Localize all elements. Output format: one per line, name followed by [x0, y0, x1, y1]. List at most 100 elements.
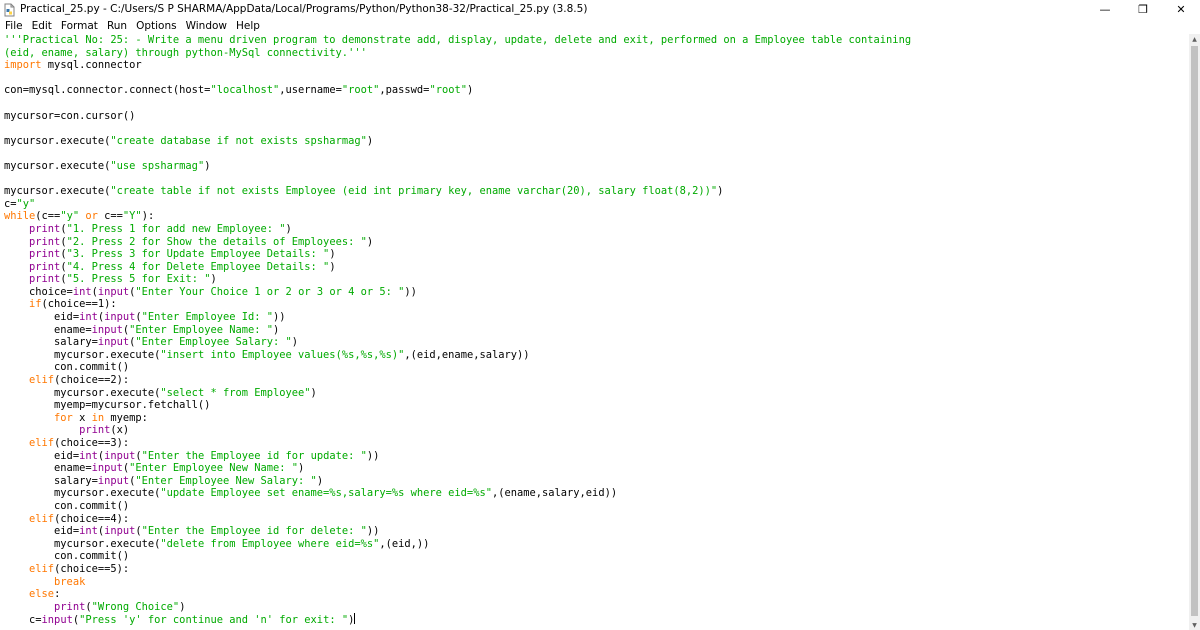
code-line[interactable]: elif(choice==4):: [4, 513, 129, 525]
code-token: ): [298, 462, 305, 475]
code-line[interactable]: myemp=mycursor.fetchall(): [4, 399, 210, 411]
code-token: ename=: [4, 323, 92, 336]
code-token: print: [29, 273, 61, 286]
code-line[interactable]: mycursor.execute("select * from Employee…: [4, 387, 317, 399]
code-token: choice=: [4, 285, 73, 298]
code-token: "localhost": [210, 84, 280, 97]
code-line[interactable]: print("4. Press 4 for Delete Employee De…: [4, 261, 336, 273]
code-line[interactable]: '''Practical No: 25: - Write a menu driv…: [4, 34, 911, 46]
code-line[interactable]: con.commit(): [4, 550, 129, 562]
code-line[interactable]: print(x): [4, 424, 129, 436]
code-token: "Enter Your Choice 1 or 2 or 3 or 4 or 5…: [135, 285, 405, 298]
code-token: eid=: [4, 449, 80, 462]
close-button[interactable]: ✕: [1162, 0, 1200, 18]
vertical-scrollbar[interactable]: ▲ ▼: [1189, 34, 1200, 630]
menu-format[interactable]: Format: [56, 20, 102, 32]
menu-window[interactable]: Window: [181, 20, 231, 32]
code-token: input: [97, 336, 130, 349]
code-line[interactable]: con.commit(): [4, 500, 129, 512]
code-token: mycursor.execute(: [4, 185, 111, 198]
code-token: ): [273, 323, 280, 336]
menu-file[interactable]: File: [0, 20, 27, 32]
code-token: "delete from Employee where eid=%s": [160, 537, 380, 550]
code-line[interactable]: salary=input("Enter Employee Salary: "): [4, 336, 298, 348]
code-line[interactable]: mycursor=con.cursor(): [4, 110, 135, 122]
code-line[interactable]: eid=int(input("Enter Employee Id: ")): [4, 311, 286, 323]
code-line[interactable]: c=input("Press 'y' for continue and 'n' …: [4, 613, 356, 626]
code-token: con.commit(): [4, 499, 130, 512]
code-line[interactable]: mycursor.execute("use spsharmag"): [4, 160, 210, 172]
code-token: "Enter Employee Name: ": [129, 323, 274, 336]
code-line[interactable]: (eid, ename, salary) through python-MySq…: [4, 47, 367, 59]
code-token: ,(eid,)): [379, 537, 430, 550]
code-line[interactable]: mycursor.execute("create database if not…: [4, 135, 373, 147]
code-token: if: [29, 298, 42, 311]
code-token: con.commit(): [4, 550, 130, 563]
code-token: "y": [60, 210, 80, 223]
code-text[interactable]: '''Practical No: 25: - Write a menu driv…: [0, 34, 1189, 627]
scroll-down-arrow-icon[interactable]: ▼: [1189, 620, 1200, 630]
code-token: mycursor.execute(: [4, 537, 161, 550]
code-token: mycursor.execute(: [4, 348, 161, 361]
code-token: input: [104, 525, 136, 538]
code-line[interactable]: import mysql.connector: [4, 59, 142, 71]
code-token: ): [329, 260, 336, 273]
code-line[interactable]: for x in myemp:: [4, 412, 148, 424]
scroll-up-arrow-icon[interactable]: ▲: [1189, 34, 1200, 44]
code-token: salary=: [4, 474, 98, 487]
code-line[interactable]: mycursor.execute("create table if not ex…: [4, 185, 723, 197]
code-line[interactable]: mycursor.execute("update Employee set en…: [4, 487, 617, 499]
code-line[interactable]: print("Wrong Choice"): [4, 601, 185, 613]
menu-edit[interactable]: Edit: [27, 20, 56, 32]
code-line[interactable]: print("1. Press 1 for add new Employee: …: [4, 223, 292, 235]
code-line[interactable]: con.commit(): [4, 361, 129, 373]
code-token: con=mysql.connector.connect(host=: [4, 84, 211, 97]
code-token: elif: [29, 562, 55, 575]
code-line[interactable]: con=mysql.connector.connect(host="localh…: [4, 84, 473, 96]
code-line[interactable]: print("2. Press 2 for Show the details o…: [4, 236, 373, 248]
minimize-button[interactable]: —: [1086, 0, 1124, 18]
code-line[interactable]: break: [4, 576, 85, 588]
code-token: ,(eid,ename,salary)): [404, 348, 530, 361]
code-line[interactable]: elif(choice==3):: [4, 437, 129, 449]
code-token: (choice==4):: [54, 512, 130, 525]
code-line[interactable]: eid=int(input("Enter the Employee id for…: [4, 525, 379, 537]
code-editor[interactable]: '''Practical No: 25: - Write a menu driv…: [0, 34, 1189, 630]
code-line[interactable]: c="y": [4, 198, 35, 210]
code-token: ): [366, 235, 374, 248]
code-line[interactable]: salary=input("Enter Employee New Salary:…: [4, 475, 323, 487]
code-line[interactable]: eid=int(input("Enter the Employee id for…: [4, 450, 379, 462]
menu-help[interactable]: Help: [231, 20, 264, 32]
code-token: int: [79, 449, 98, 462]
code-token: "root": [429, 84, 467, 97]
code-token: mycursor.execute(: [4, 159, 111, 172]
code-line[interactable]: ename=input("Enter Employee Name: "): [4, 324, 279, 336]
code-token: else: [29, 588, 55, 601]
menu-run[interactable]: Run: [102, 20, 131, 32]
code-token: import: [4, 59, 42, 72]
code-token: eid=: [4, 311, 80, 324]
code-line[interactable]: mycursor.execute("insert into Employee v…: [4, 348, 530, 361]
code-line[interactable]: mycursor.execute("delete from Employee w…: [4, 538, 429, 550]
code-line[interactable]: while(c=="y" or c=="Y"):: [4, 210, 154, 222]
code-line[interactable]: print("5. Press 5 for Exit: "): [4, 273, 217, 285]
code-token: (choice==2):: [54, 374, 130, 387]
code-token: "Enter Employee New Salary: ": [135, 474, 317, 487]
code-line[interactable]: print("3. Press 3 for Update Employee De…: [4, 248, 336, 260]
code-token: "select * from Employee": [160, 386, 311, 399]
code-line[interactable]: choice=int(input("Enter Your Choice 1 or…: [4, 286, 417, 298]
code-line[interactable]: elif(choice==2):: [4, 374, 129, 386]
code-line[interactable]: else:: [4, 588, 60, 600]
code-line[interactable]: elif(choice==5):: [4, 563, 129, 575]
menu-options[interactable]: Options: [131, 20, 181, 32]
scroll-thumb[interactable]: [1191, 46, 1198, 616]
code-line[interactable]: ename=input("Enter Employee New Name: "): [4, 462, 304, 474]
code-line[interactable]: if(choice==1):: [4, 298, 117, 310]
code-token: ename=: [4, 462, 92, 475]
maximize-button[interactable]: ❐: [1124, 0, 1162, 18]
